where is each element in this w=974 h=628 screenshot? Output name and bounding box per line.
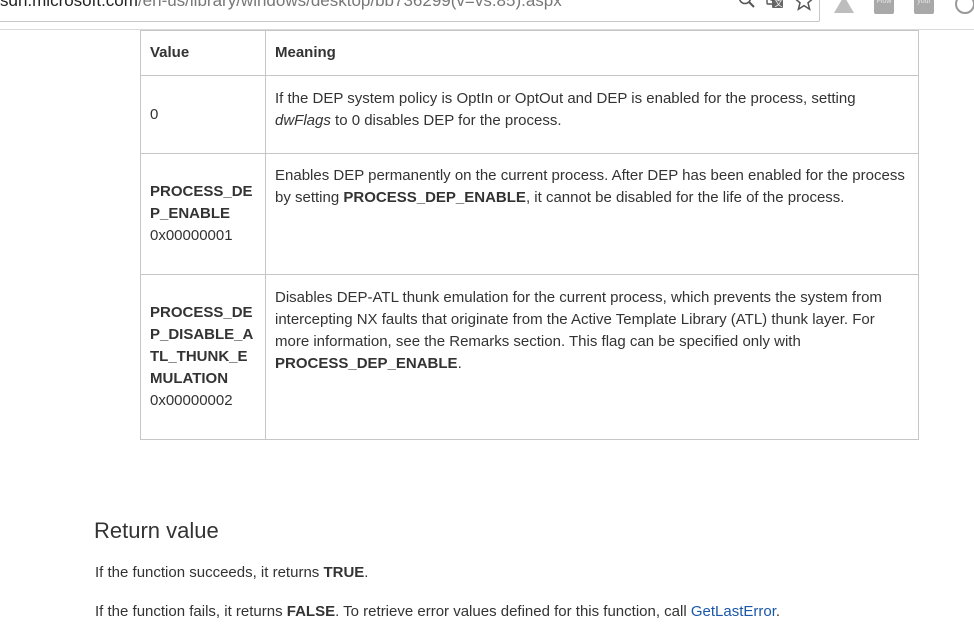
success-text: If the function succeeds, it returns — [95, 564, 324, 581]
url-text[interactable]: sdn.microsoft.com/en-us/library/windows/… — [0, 0, 562, 11]
meaning-constant-name: PROCESS_DEP_ENABLE — [343, 189, 526, 206]
value-code: 0 — [150, 105, 159, 123]
url-path: /en-us/library/windows/desktop/bb736299(… — [137, 0, 562, 10]
failure-text-end: . — [775, 603, 781, 620]
meaning-param-name: dwFlags — [275, 112, 331, 129]
value-code: 0x00000001 — [150, 227, 233, 244]
translate-icon[interactable]: 文G — [766, 0, 784, 11]
failure-paragraph: If the function fails, it returns FALSE.… — [95, 602, 780, 622]
extension-flow-icon[interactable]: Flow — [874, 0, 894, 14]
false-keyword: FALSE — [286, 603, 336, 620]
value-constant-name: PROCESS_DEP_DISABLE_ATL_THUNK_EMULATION — [150, 304, 254, 387]
value-cell: PROCESS_DEP_ENABLE 0x00000001 — [140, 153, 266, 275]
meaning-cell: Enables DEP permanently on the current p… — [265, 153, 919, 275]
table-row: PROCESS_DEP_ENABLE 0x00000001 Enables DE… — [140, 153, 919, 275]
value-code: 0x00000002 — [150, 392, 233, 409]
meaning-constant-name: PROCESS_DEP_ENABLE — [275, 355, 458, 372]
address-bar[interactable]: sdn.microsoft.com/en-us/library/windows/… — [0, 0, 820, 22]
value-cell: PROCESS_DEP_DISABLE_ATL_THUNK_EMULATION … — [140, 274, 266, 440]
meaning-text: , it cannot be disabled for the life of … — [525, 189, 845, 206]
svg-text:G: G — [769, 0, 775, 3]
column-header-value: Value — [140, 30, 266, 76]
getlasterror-link[interactable]: GetLastError — [691, 603, 776, 620]
column-header-meaning: Meaning — [265, 30, 919, 76]
meaning-text: Disables DEP-ATL thunk emulation for the… — [275, 289, 882, 350]
failure-text: If the function fails, it returns — [95, 603, 287, 620]
table-header-row: Value Meaning — [140, 30, 919, 76]
dep-flags-table: Value Meaning 0 If the DEP system policy… — [140, 30, 919, 440]
url-host: sdn.microsoft.com — [0, 0, 138, 10]
meaning-text: . — [457, 355, 462, 372]
extension-icon[interactable] — [834, 0, 854, 16]
table-row: 0 If the DEP system policy is OptIn or O… — [140, 75, 919, 154]
success-paragraph: If the function succeeds, it returns TRU… — [95, 563, 368, 583]
table-row: PROCESS_DEP_DISABLE_ATL_THUNK_EMULATION … — [140, 274, 919, 440]
profile-icon[interactable] — [954, 0, 974, 14]
success-text-end: . — [364, 564, 369, 581]
meaning-text: If the DEP system policy is OptIn or Opt… — [275, 90, 856, 107]
zoom-icon[interactable] — [738, 0, 756, 11]
meaning-cell: Disables DEP-ATL thunk emulation for the… — [265, 274, 919, 440]
failure-text-middle: . To retrieve error values defined for t… — [335, 603, 691, 620]
value-cell: 0 — [140, 75, 266, 154]
extension-your-icon[interactable]: your — [914, 0, 934, 14]
true-keyword: TRUE — [323, 564, 365, 581]
svg-text:文: 文 — [775, 0, 783, 8]
browser-toolbar: sdn.microsoft.com/en-us/library/windows/… — [0, 0, 974, 28]
return-value-heading: Return value — [94, 518, 219, 543]
meaning-cell: If the DEP system policy is OptIn or Opt… — [265, 75, 919, 154]
value-constant-name: PROCESS_DEP_ENABLE — [150, 183, 253, 222]
bookmark-star-icon[interactable] — [794, 0, 813, 11]
meaning-text: to 0 disables DEP for the process. — [330, 112, 562, 129]
